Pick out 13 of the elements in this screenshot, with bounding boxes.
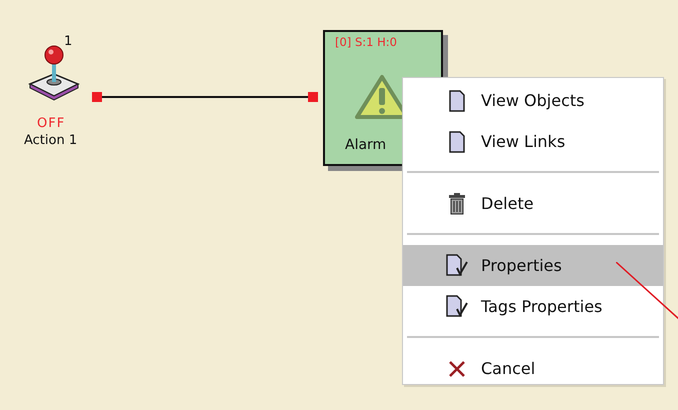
node-label: Alarm <box>345 137 386 153</box>
link-connector[interactable] <box>92 91 318 103</box>
document-check-icon <box>445 294 469 318</box>
menu-item[interactable]: Tags Properties <box>403 286 663 327</box>
menu-item[interactable]: Cancel <box>403 348 663 389</box>
document-check-icon <box>445 254 469 278</box>
node-status: [0] S:1 H:0 <box>335 35 397 49</box>
menu-item[interactable]: Delete <box>403 183 663 224</box>
node-label: Action 1 <box>24 133 78 148</box>
node-index: 1 <box>64 34 72 49</box>
joystick-icon[interactable] <box>26 44 82 102</box>
menu-item[interactable]: Properties <box>403 245 663 286</box>
node-state: OFF <box>37 116 66 131</box>
